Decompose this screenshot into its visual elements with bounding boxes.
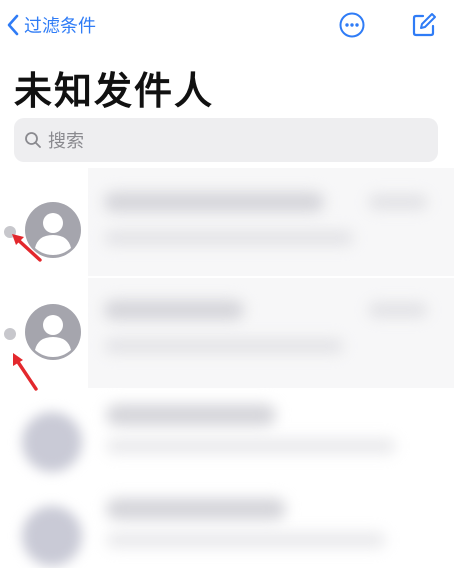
- sender-placeholder: [104, 192, 324, 212]
- search-placeholder: 搜索: [48, 131, 84, 152]
- message-list: [0, 168, 454, 568]
- avatar-placeholder: [22, 506, 82, 566]
- message-row[interactable]: [0, 390, 454, 480]
- message-row[interactable]: [0, 168, 454, 276]
- blurred-content: [88, 278, 454, 388]
- more-button[interactable]: [336, 9, 368, 41]
- compose-icon: [412, 13, 436, 37]
- back-button[interactable]: 过滤条件: [6, 8, 96, 42]
- message-row[interactable]: [0, 278, 454, 391]
- red-arrow-annotation-icon: [12, 234, 42, 262]
- blurred-content: [88, 168, 454, 276]
- preview-placeholder: [104, 230, 354, 246]
- ellipsis-circle-icon: [339, 12, 365, 38]
- date-placeholder: [368, 194, 428, 210]
- page-title: 未知发件人: [14, 69, 215, 113]
- sender-placeholder: [106, 498, 286, 520]
- back-label: 过滤条件: [24, 16, 96, 37]
- date-placeholder: [368, 302, 428, 318]
- search-field[interactable]: 搜索: [14, 118, 438, 162]
- unread-indicator: [4, 328, 16, 340]
- sender-placeholder: [104, 300, 244, 320]
- red-arrow-annotation-icon: [13, 353, 38, 391]
- navigation-bar: 过滤条件: [0, 0, 454, 52]
- preview-placeholder: [104, 338, 344, 354]
- sender-placeholder: [106, 404, 276, 426]
- magnifier-icon: [25, 132, 41, 148]
- avatar-placeholder: [22, 412, 82, 472]
- message-row[interactable]: [0, 480, 454, 568]
- preview-placeholder: [106, 532, 386, 548]
- preview-placeholder: [106, 438, 396, 454]
- compose-button[interactable]: [408, 9, 440, 41]
- chevron-left-icon: [7, 14, 19, 36]
